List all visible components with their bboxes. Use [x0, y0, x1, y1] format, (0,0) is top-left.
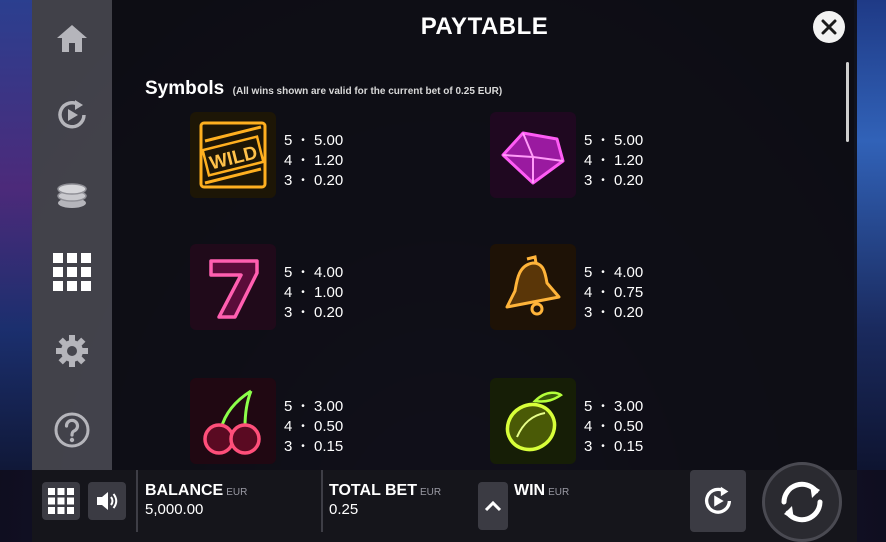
pay-row: 3 • 0.20: [584, 303, 644, 321]
pay-row: 4 • 0.50: [284, 417, 344, 435]
pay-row: 3 • 0.20: [284, 171, 344, 189]
pay-row: 5 • 3.00: [284, 397, 344, 415]
pay-table: 5 • 4.00 4 • 1.00 3 • 0.20: [284, 262, 370, 322]
page-title: PAYTABLE: [420, 13, 549, 40]
pay-row: 3 • 0.20: [584, 171, 644, 189]
panel-header: PAYTABLE: [112, 0, 857, 54]
chevron-up-icon: [484, 500, 502, 512]
close-button[interactable]: [813, 11, 845, 43]
paytable-button[interactable]: [50, 250, 94, 294]
pay-row: 5 • 5.00: [584, 131, 644, 149]
pay-row: 4 • 0.50: [584, 417, 644, 435]
pay-table: 5 • 3.00 4 • 0.50 3 • 0.15: [284, 396, 370, 456]
settings-button[interactable]: [50, 329, 94, 373]
balance-value: 5,000.00: [145, 501, 204, 518]
section-title: Symbols: [145, 78, 225, 99]
bet-coins-button[interactable]: [50, 172, 94, 216]
paytable-grid-icon: [53, 253, 91, 291]
autoplay-icon: [58, 100, 86, 129]
divider: [136, 470, 138, 532]
total-bet-label: TOTAL BET EUR: [329, 482, 442, 499]
symbol-diamond: 5 • 5.00 4 • 1.20 3 • 0.20: [490, 112, 886, 202]
pay-table: 5 • 4.00 4 • 0.75 3 • 0.20: [584, 262, 670, 322]
pay-row: 5 • 3.00: [584, 397, 644, 415]
pay-row: 4 • 0.75: [584, 283, 644, 301]
balance-label: BALANCE EUR: [145, 482, 248, 499]
section-note: (All wins shown are valid for the curren…: [232, 86, 503, 97]
cherry-icon: [190, 378, 276, 464]
help-icon: [54, 412, 90, 448]
lime-icon: [490, 378, 576, 464]
pay-row: 4 • 1.00: [284, 283, 344, 301]
win-label: WIN EUR: [514, 482, 570, 499]
background-left-strip: [0, 0, 32, 470]
home-button[interactable]: [50, 16, 94, 60]
sound-button[interactable]: [88, 482, 126, 520]
bell-icon: [490, 244, 576, 330]
total-bet-value: 0.25: [329, 501, 359, 518]
pay-row: 5 • 4.00: [284, 263, 344, 281]
menu-button[interactable]: [42, 482, 80, 520]
paytable-panel: PAYTABLE Symbols (All wins shown are val…: [112, 0, 857, 470]
symbol-bell: 5 • 4.00 4 • 0.75 3 • 0.20: [490, 244, 886, 334]
menu-grid-icon: [48, 488, 74, 514]
coins-icon: [57, 183, 87, 208]
autoplay-menu-button[interactable]: [50, 93, 94, 137]
pay-row: 5 • 5.00: [284, 131, 344, 149]
autoplay-icon: [704, 486, 732, 514]
pay-row: 5 • 4.00: [584, 263, 644, 281]
settings-gear-icon: [56, 335, 88, 367]
symbols-section-header: Symbols (All wins shown are valid for th…: [145, 78, 502, 100]
pay-row: 3 • 0.15: [584, 437, 644, 455]
pay-row: 3 • 0.20: [284, 303, 344, 321]
bottom-bar: BALANCE EUR 5,000.00 TOTAL BET EUR 0.25 WI…: [32, 462, 857, 542]
pay-row: 3 • 0.15: [284, 437, 344, 455]
speaker-icon: [97, 492, 118, 510]
wild-icon: WILD: [190, 112, 276, 198]
pay-row: 4 • 1.20: [584, 151, 644, 169]
divider: [321, 470, 323, 532]
home-icon: [57, 25, 87, 52]
pay-table: 5 • 3.00 4 • 0.50 3 • 0.15: [584, 396, 670, 456]
close-icon: [821, 19, 837, 35]
autoplay-button[interactable]: [690, 470, 746, 532]
spin-arrows-icon: [781, 481, 823, 523]
pay-table: 5 • 5.00 4 • 1.20 3 • 0.20: [584, 130, 670, 190]
help-button[interactable]: [50, 408, 94, 452]
pay-row: 4 • 1.20: [284, 151, 344, 169]
seven-icon: [190, 244, 276, 330]
pay-table: 5 • 5.00 4 • 1.20 3 • 0.20: [284, 130, 370, 190]
bet-expand-button[interactable]: [478, 482, 508, 530]
diamond-icon: [490, 112, 576, 198]
spin-button[interactable]: [762, 462, 842, 542]
side-menu: [32, 0, 112, 470]
symbol-lime: 5 • 3.00 4 • 0.50 3 • 0.15: [490, 378, 886, 468]
